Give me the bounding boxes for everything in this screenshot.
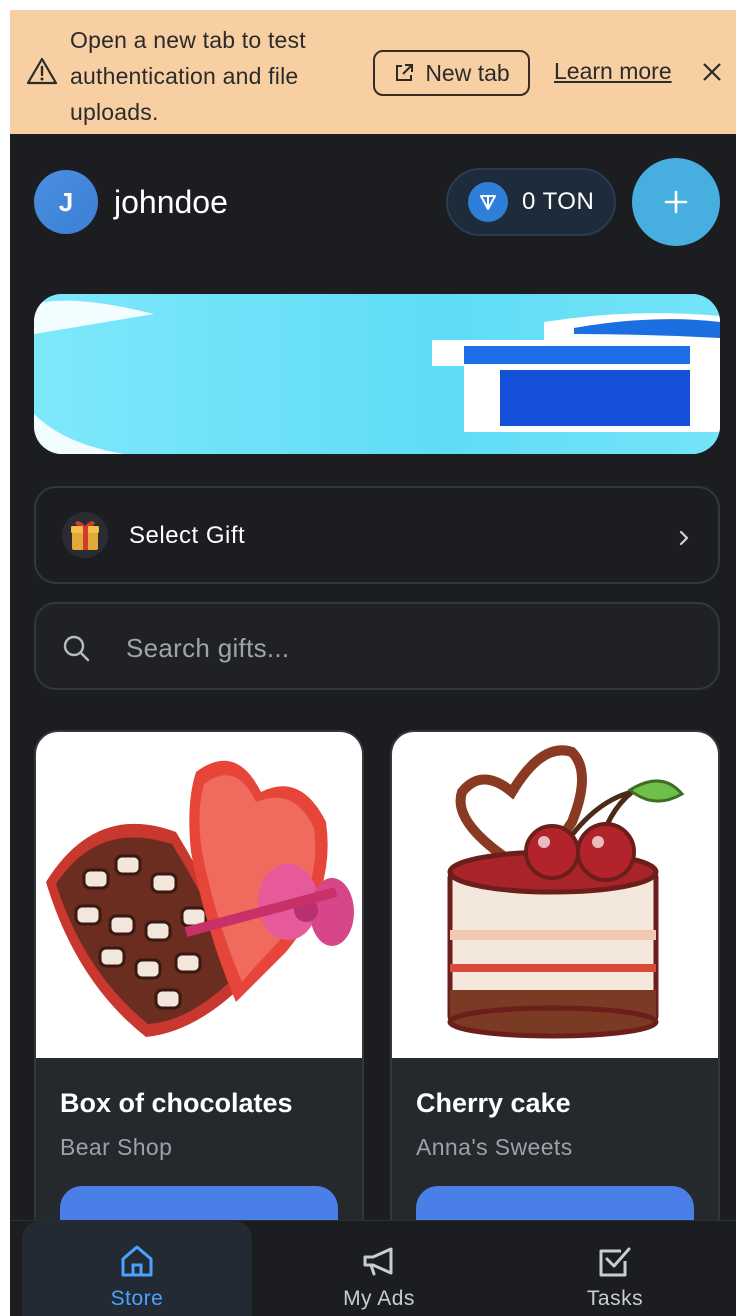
- nav-item-store[interactable]: Store: [22, 1221, 252, 1316]
- new-tab-label: New tab: [425, 59, 510, 86]
- megaphone-icon: [363, 1247, 393, 1276]
- nav-item-my-ads[interactable]: My Ads: [264, 1221, 494, 1316]
- gift-image: [36, 732, 362, 1058]
- select-gift-button[interactable]: Select Gift: [34, 486, 720, 584]
- learn-more-link[interactable]: Learn more: [554, 58, 672, 85]
- promo-banner[interactable]: [34, 294, 720, 454]
- gift-icon: [62, 512, 108, 558]
- nav-label-my-ads: My Ads: [343, 1287, 415, 1310]
- info-banner: Open a new tab to test authentication an…: [10, 10, 736, 134]
- username: johndoe: [114, 184, 228, 220]
- avatar[interactable]: J: [34, 170, 98, 234]
- warning-triangle-icon: [26, 57, 58, 85]
- new-tab-button[interactable]: New tab: [373, 50, 530, 96]
- gift-shop: Bear Shop: [60, 1134, 173, 1160]
- home-icon: [121, 1245, 153, 1277]
- select-gift-label: Select Gift: [129, 522, 246, 549]
- gift-name: Cherry cake: [416, 1088, 571, 1118]
- gift-card[interactable]: Cherry cake Anna's Sweets: [390, 730, 720, 1290]
- chevron-right-icon: [679, 530, 689, 546]
- search-field[interactable]: Search gifts...: [34, 602, 720, 690]
- gift-image: [392, 732, 718, 1058]
- app-container: J johndoe 0 TON Select Gift Search gifts…: [10, 134, 736, 1316]
- balance-amount: 0 TON: [522, 188, 595, 215]
- ton-icon: [468, 182, 508, 222]
- gift-shop: Anna's Sweets: [416, 1134, 573, 1160]
- plus-icon: [664, 190, 688, 214]
- checkbox-icon: [599, 1247, 631, 1277]
- gift-name: Box of chocolates: [60, 1088, 293, 1118]
- add-button[interactable]: [632, 158, 720, 246]
- search-icon: [63, 635, 90, 662]
- nav-label-store: Store: [110, 1287, 164, 1310]
- nav-item-tasks[interactable]: Tasks: [500, 1221, 730, 1316]
- avatar-initial: J: [58, 186, 74, 217]
- close-icon[interactable]: [700, 60, 724, 84]
- search-placeholder: Search gifts...: [126, 633, 290, 663]
- promo-banner-image: [34, 294, 720, 454]
- gift-card[interactable]: Box of chocolates Bear Shop: [34, 730, 364, 1290]
- nav-label-tasks: Tasks: [586, 1287, 644, 1310]
- bottom-nav: Store My Ads Tasks: [10, 1220, 736, 1316]
- balance-pill[interactable]: 0 TON: [446, 168, 616, 236]
- banner-message: Open a new tab to test authentication an…: [70, 27, 306, 125]
- external-link-icon: [396, 64, 414, 81]
